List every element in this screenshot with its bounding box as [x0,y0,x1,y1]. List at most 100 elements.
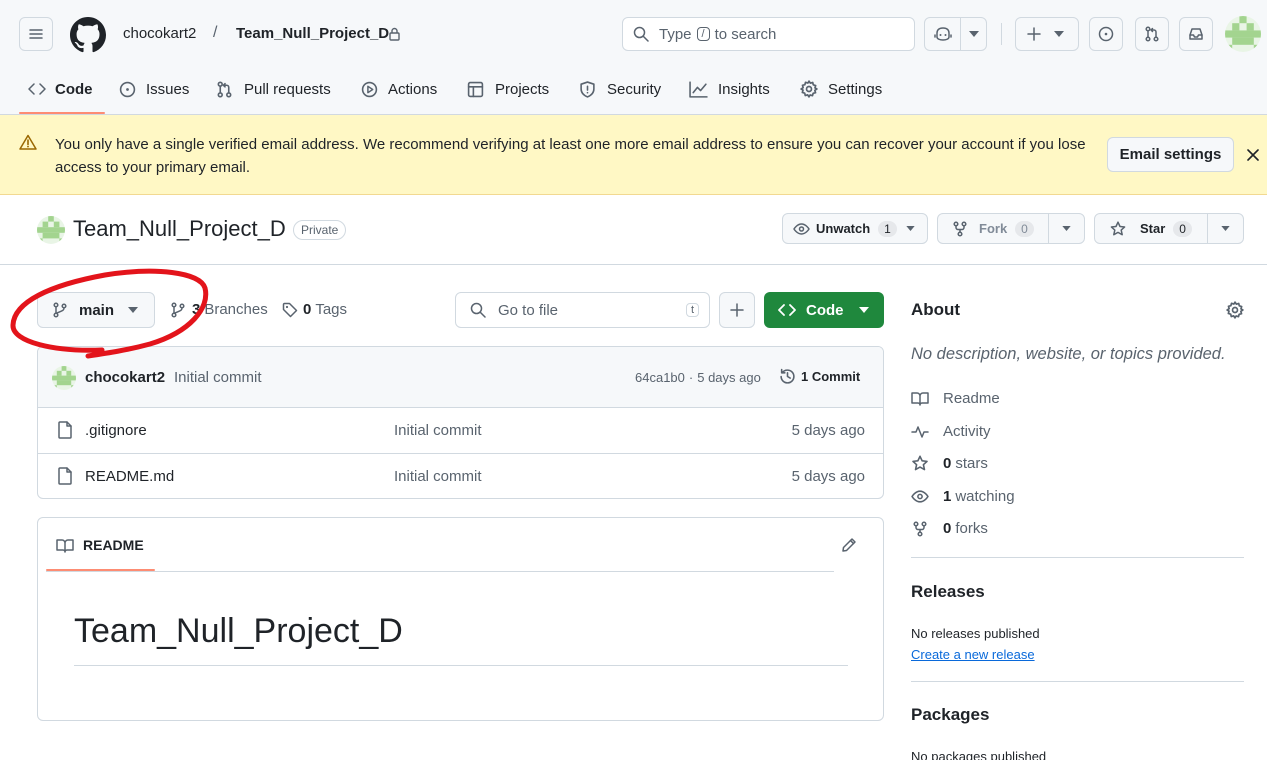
fork-icon [953,220,967,237]
pencil-icon[interactable] [841,537,857,553]
about-watching-count: 1 [943,488,952,505]
commit-author[interactable]: chocokart2 [85,369,165,386]
go-to-file-input[interactable]: Go to file t [455,292,710,328]
alert-icon [19,134,37,150]
chevron-down-icon [969,31,979,37]
pulse-icon [911,426,929,438]
about-forks-count: 0 [943,520,952,537]
about-forks-link[interactable]: 0 forks [911,520,988,537]
chevron-down-icon[interactable] [1062,226,1071,231]
avatar[interactable] [1225,16,1261,52]
tab-actions[interactable]: Actions [361,79,437,99]
commit-hash[interactable]: 64ca1b0 [635,370,685,385]
about-watching-link[interactable]: 1 watching [911,488,1015,505]
search-icon [633,26,649,42]
file-name[interactable]: README.md [85,468,174,485]
header-divider [1001,23,1002,45]
branch-icon [171,301,185,318]
chevron-down-icon [906,226,915,231]
search-suffix: to search [714,25,777,43]
close-icon[interactable] [1247,149,1259,161]
inbox-button[interactable] [1179,17,1213,51]
branches-count: 3 [192,301,201,318]
graph-icon [689,80,708,98]
lock-icon [389,27,400,41]
search-input[interactable]: Type / to search [622,17,915,51]
branch-name: main [79,301,115,319]
about-activity-link[interactable]: Activity [911,423,991,440]
packages-empty: No packages published [911,749,1047,760]
chevron-down-icon[interactable] [1221,226,1230,231]
create-release-link[interactable]: Create a new release [911,647,1035,662]
breadcrumb-repo[interactable]: Team_Null_Project_D [236,25,389,42]
pull-request-icon [217,80,232,98]
breadcrumb-separator: / [213,24,218,41]
tab-pull-requests[interactable]: Pull requests [216,79,331,99]
shield-icon [580,80,595,98]
book-icon [56,538,74,553]
tab-settings[interactable]: Settings [800,79,882,99]
tags-link[interactable]: 0 Tags [282,301,347,318]
commits-link[interactable]: 1 Commit [779,368,860,385]
tags-label: Tags [315,301,348,318]
commit-meta: 64ca1b0 · 5 days ago [635,370,761,385]
plus-icon [1027,27,1041,41]
watch-button[interactable]: Unwatch 1 [782,213,928,244]
packages-title[interactable]: Packages [911,705,989,725]
sidebar-divider [911,681,1244,682]
banner-message: You only have a single verified email ad… [55,136,1086,176]
branches-link[interactable]: 3 Branches [171,301,268,318]
repo-title[interactable]: Team_Null_Project_D [73,216,286,242]
readme-tab[interactable]: README [56,537,144,553]
search-key-hint: / [696,27,710,41]
readme-tab-label: README [83,537,144,553]
tab-security[interactable]: Security [579,79,661,99]
file-name[interactable]: .gitignore [85,422,147,439]
play-icon [361,81,378,97]
releases-empty: No releases published [911,626,1040,641]
tab-insights-label: Insights [718,80,770,98]
fork-button[interactable]: Fork 0 [937,213,1085,244]
create-new-button[interactable] [1015,17,1079,51]
github-logo-icon[interactable] [70,17,106,53]
file-commit-message[interactable]: Initial commit [394,422,482,439]
pull-requests-button[interactable] [1135,17,1169,51]
watch-count: 1 [878,220,897,237]
issue-icon [119,81,136,97]
fork-icon [913,520,927,537]
gear-icon[interactable] [1226,301,1244,319]
table-icon [467,81,484,97]
menu-button[interactable] [19,17,53,51]
branch-selector[interactable]: main [37,292,155,328]
code-button-label: Code [806,301,844,319]
copilot-button[interactable] [924,17,987,51]
breadcrumb-owner[interactable]: chocokart2 [123,25,196,42]
tab-projects[interactable]: Projects [467,79,549,99]
file-icon [58,421,72,439]
eye-icon [911,490,929,503]
copilot-icon [933,27,952,41]
tab-insights[interactable]: Insights [689,79,770,99]
star-button[interactable]: Star 0 [1094,213,1244,244]
code-button[interactable]: Code [764,292,884,328]
branch-icon [53,302,67,318]
issue-icon [1098,26,1114,42]
about-stars-count: 0 [943,455,952,472]
about-readme-link[interactable]: Readme [911,390,1000,407]
commit-message[interactable]: Initial commit [174,369,262,386]
tab-code[interactable]: Code [28,79,93,99]
issues-button[interactable] [1089,17,1123,51]
releases-title[interactable]: Releases [911,582,985,602]
file-commit-message[interactable]: Initial commit [394,468,482,485]
star-label: Star [1140,221,1166,236]
eye-icon [793,222,810,235]
branches-label: Branches [204,301,268,318]
about-stars-link[interactable]: 0 stars [911,455,988,472]
add-file-button[interactable] [719,292,755,328]
tab-issues[interactable]: Issues [119,79,189,99]
about-watching-label: watching [955,488,1015,505]
about-forks-label: forks [955,520,988,537]
email-settings-button[interactable]: Email settings [1107,137,1234,172]
tab-issues-label: Issues [146,80,190,98]
file-commit-time: 5 days ago [791,422,865,439]
